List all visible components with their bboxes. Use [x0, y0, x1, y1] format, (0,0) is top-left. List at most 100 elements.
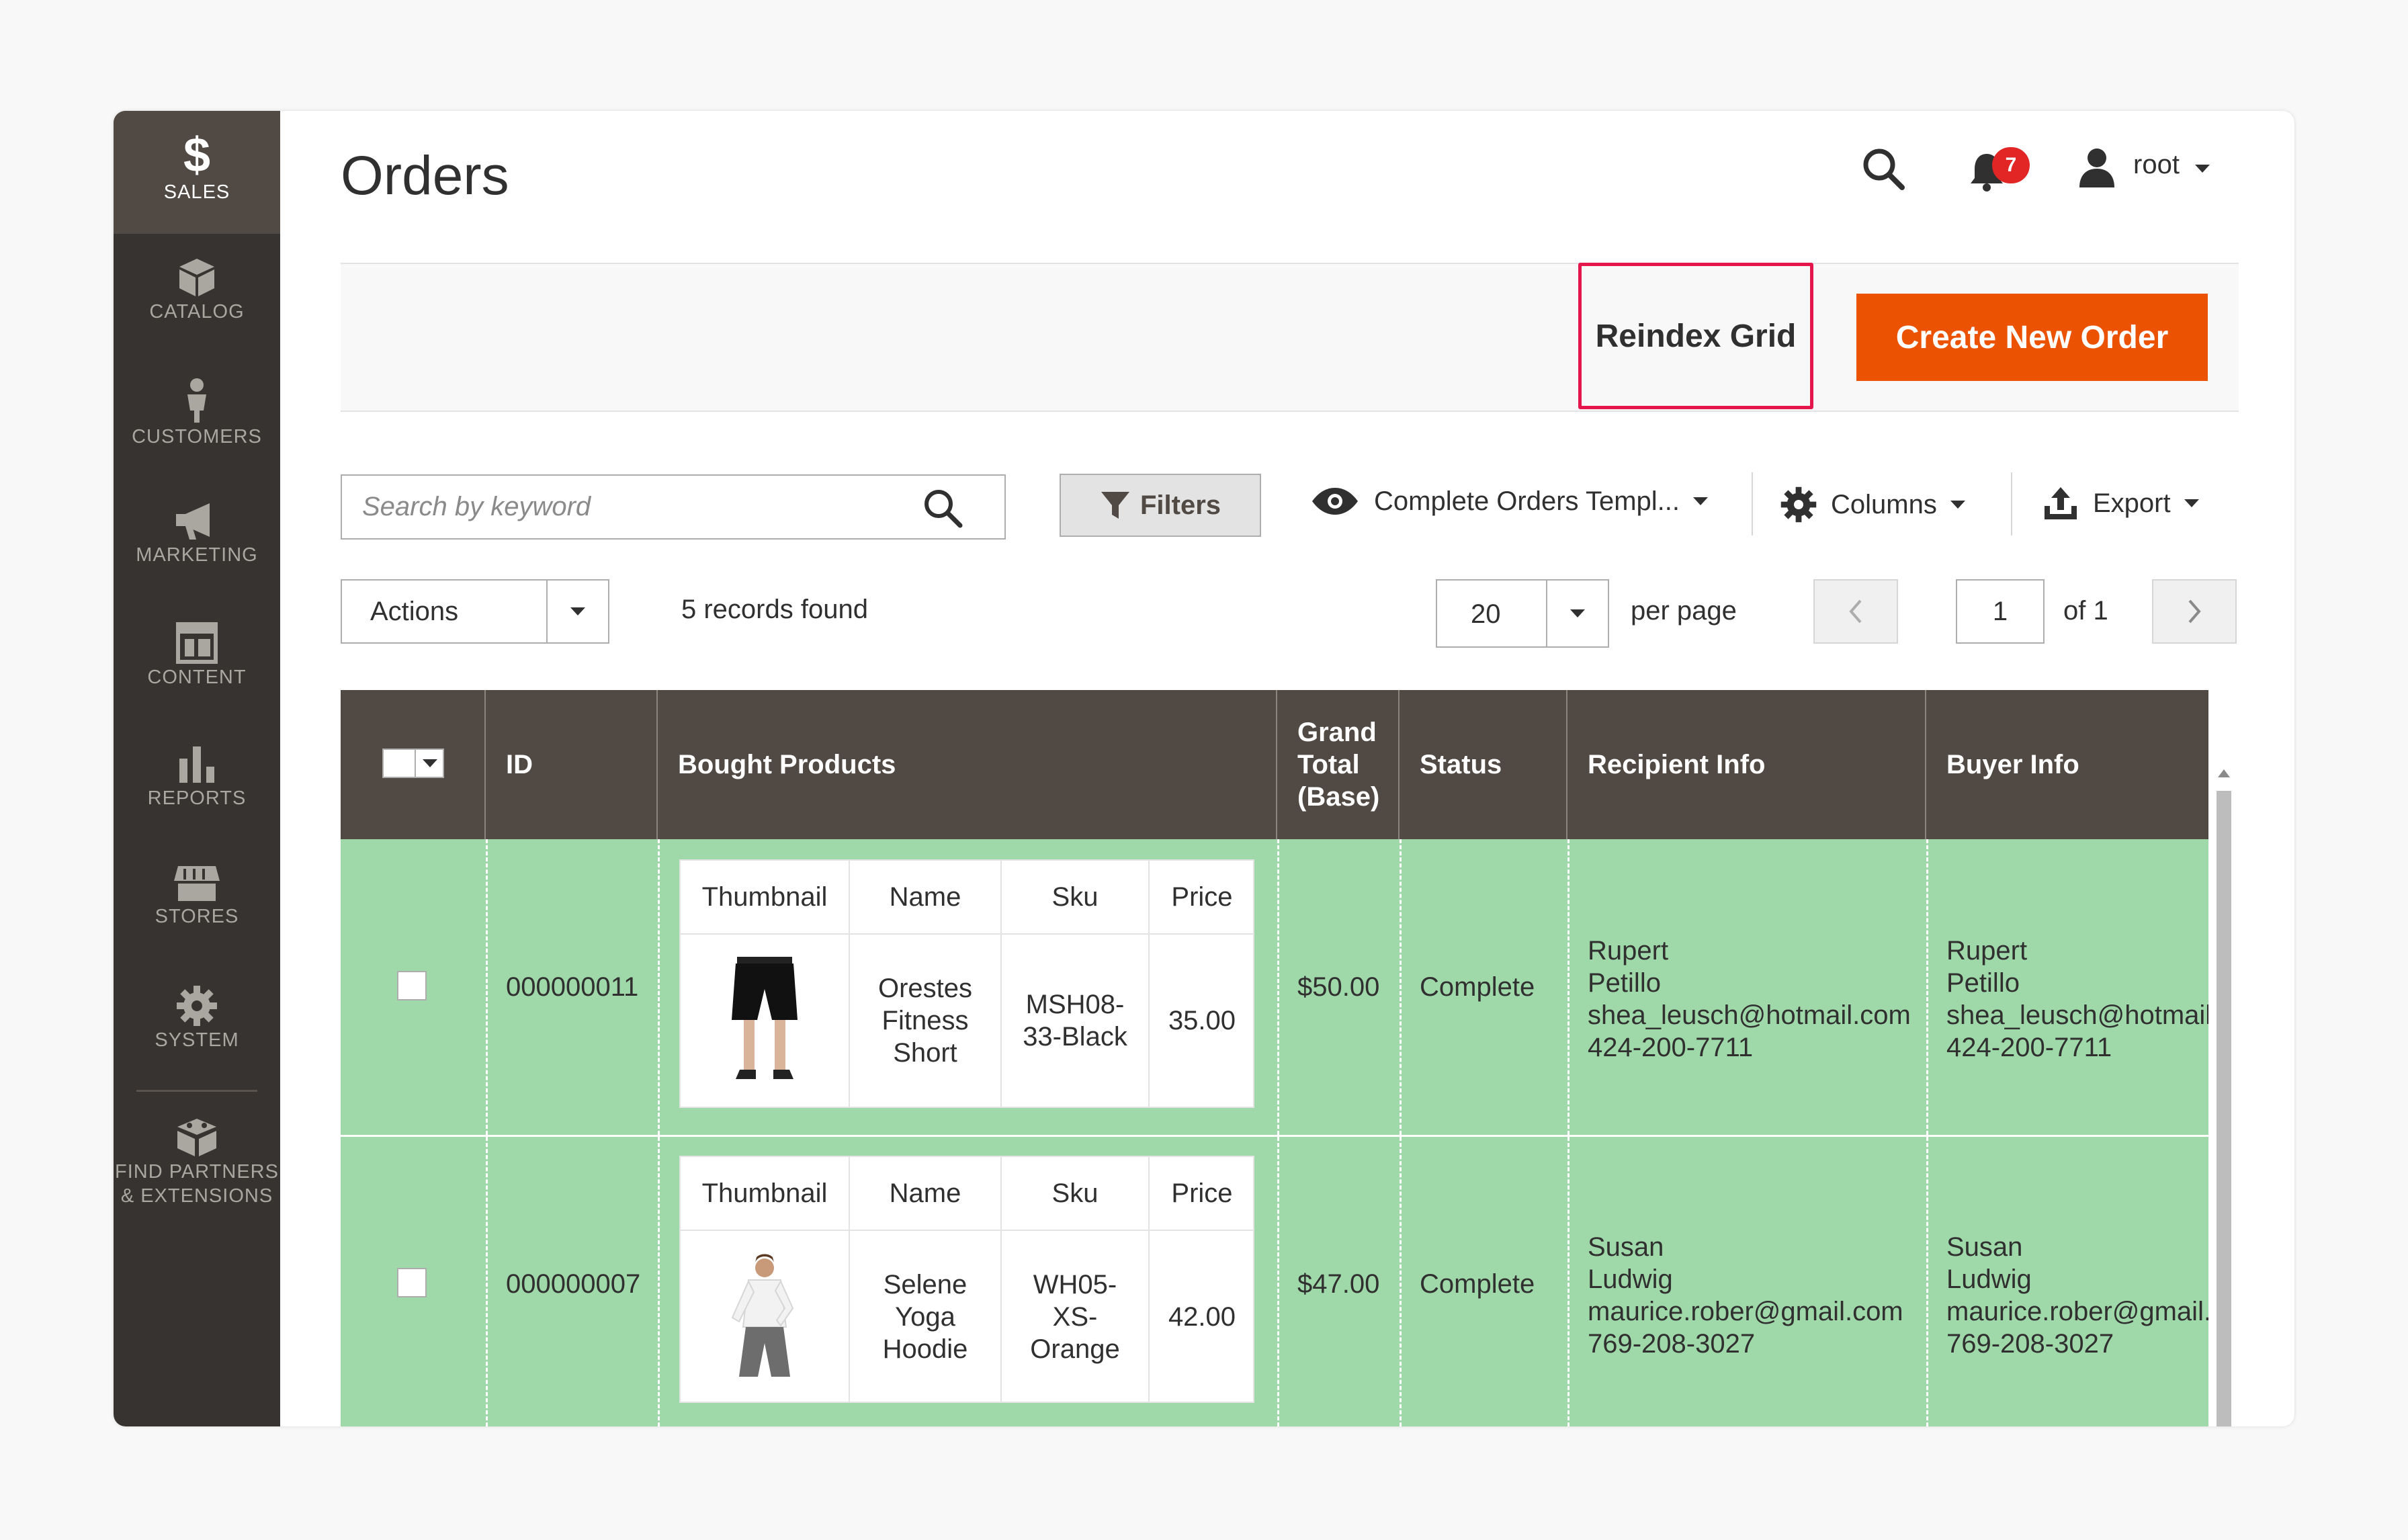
- sidebar-item-content[interactable]: CONTENT: [114, 608, 280, 722]
- row-checkbox[interactable]: [397, 1268, 427, 1297]
- row-checkbox[interactable]: [397, 971, 427, 1000]
- export-dropdown[interactable]: Export: [2042, 486, 2199, 521]
- column-divider: [1277, 839, 1279, 1426]
- search-input[interactable]: [362, 476, 900, 538]
- chevron-left-icon: [1849, 599, 1862, 624]
- upload-icon: [2045, 487, 2077, 519]
- columns-dropdown[interactable]: Columns: [1780, 486, 1965, 523]
- product-name: Orestes Fitness Short: [850, 935, 1002, 1107]
- export-label: Export: [2093, 488, 2171, 518]
- column-divider: [1400, 839, 1402, 1426]
- columns-label: Columns: [1831, 489, 1937, 519]
- column-divider: [658, 839, 660, 1426]
- column-header-id[interactable]: ID: [486, 690, 658, 839]
- page-number-input[interactable]: [1956, 579, 2045, 644]
- records-count: 5 records found: [681, 595, 868, 624]
- grand-total: $47.00: [1297, 1269, 1380, 1299]
- sidebar-item-label: STORES: [155, 906, 239, 927]
- view-selector-label: Complete Orders Templ...: [1374, 486, 1680, 516]
- table-row[interactable]: 000000011 Thumbnail Name Sku Price Orest…: [341, 839, 2208, 1135]
- recipient-info: Susan Ludwig maurice.rober@gmail.com 769…: [1588, 1232, 1903, 1359]
- sidebar-item-label: & EXTENSIONS: [120, 1185, 273, 1207]
- sidebar-item-stores[interactable]: STORES: [114, 850, 280, 964]
- next-page-button[interactable]: [2152, 579, 2237, 644]
- sidebar-divider: [136, 1090, 257, 1092]
- search-icon[interactable]: [1860, 146, 1907, 193]
- sidebar-item-customers[interactable]: CUSTOMERS: [114, 366, 280, 480]
- column-divider: [1567, 839, 1570, 1426]
- prev-page-button[interactable]: [1813, 579, 1898, 644]
- sidebar-item-find-partners[interactable]: FIND PARTNERS & EXTENSIONS: [114, 1105, 280, 1220]
- order-status: Complete: [1420, 972, 1535, 1002]
- sidebar-item-label: SALES: [163, 181, 230, 203]
- sidebar-item-label: SYSTEM: [155, 1029, 239, 1051]
- chevron-down-icon: [1950, 501, 1965, 509]
- per-page-toggle[interactable]: [1546, 579, 1609, 648]
- actions-label: Actions: [370, 597, 459, 626]
- layout-icon: [176, 622, 218, 664]
- per-page-label: per page: [1631, 596, 1737, 626]
- bar-chart-icon: [179, 746, 214, 783]
- create-new-order-button[interactable]: Create New Order: [1856, 294, 2208, 381]
- page-title: Orders: [341, 145, 509, 206]
- view-selector[interactable]: Complete Orders Templ...: [1309, 486, 1708, 517]
- sidebar-item-label: CONTENT: [147, 667, 247, 688]
- sidebar-item-catalog[interactable]: CATALOG: [114, 245, 280, 359]
- subtable-header-sku: Sku: [1002, 1157, 1150, 1230]
- sidebar-item-sales[interactable]: $ SALES: [114, 111, 280, 234]
- table-row[interactable]: 000000007 Thumbnail Name Sku Price Selen…: [341, 1137, 2208, 1426]
- actions-toggle[interactable]: [546, 579, 609, 644]
- cube-icon: [179, 259, 214, 296]
- toolbar-separator: [1752, 472, 1753, 536]
- order-status: Complete: [1420, 1269, 1535, 1299]
- per-page-select[interactable]: 20: [1436, 579, 1609, 648]
- sidebar-item-label: CATALOG: [149, 301, 245, 323]
- mass-actions-dropdown[interactable]: Actions: [341, 579, 609, 644]
- subtable-header-name: Name: [850, 1157, 1002, 1230]
- column-header-recipient-info[interactable]: Recipient Info: [1567, 690, 1926, 839]
- product-sku: MSH08- 33-Black: [1002, 935, 1150, 1107]
- user-icon[interactable]: [2075, 146, 2118, 189]
- filters-button[interactable]: Filters: [1060, 474, 1261, 537]
- product-name: Selene Yoga Hoodie: [850, 1231, 1002, 1403]
- chevron-down-icon: [570, 607, 585, 615]
- grid-scrollbar[interactable]: [2208, 764, 2238, 1426]
- product-thumbnail: [681, 935, 850, 1107]
- column-divider: [486, 839, 488, 1426]
- toolbar-separator: [2011, 472, 2012, 536]
- filters-label: Filters: [1140, 490, 1221, 520]
- sidebar-item-reports[interactable]: REPORTS: [114, 729, 280, 843]
- buyer-info: Susan Ludwig maurice.rober@gmail. 769-20…: [1946, 1232, 2208, 1359]
- column-header-grand-total[interactable]: Grand Total (Base): [1277, 690, 1400, 839]
- mass-select-checkbox[interactable]: [382, 748, 444, 778]
- sidebar-item-label: CUSTOMERS: [132, 426, 262, 447]
- eye-icon: [1312, 488, 1358, 515]
- hoodie-product-image: [731, 1254, 794, 1377]
- reindex-grid-button[interactable]: Reindex Grid: [1578, 263, 1813, 409]
- search-icon[interactable]: [921, 486, 964, 529]
- grand-total: $50.00: [1297, 972, 1380, 1002]
- scrollbar-thumb[interactable]: [2217, 791, 2231, 1426]
- page-total: of 1: [2063, 596, 2108, 626]
- column-header-buyer-info[interactable]: Buyer Info: [1926, 690, 2208, 839]
- chevron-down-icon: [1570, 609, 1585, 617]
- person-icon: [187, 378, 206, 423]
- notification-badge: 7: [1992, 147, 2030, 183]
- sidebar-item-system[interactable]: SYSTEM: [114, 971, 280, 1085]
- gear-icon: [177, 986, 217, 1026]
- grid-header: ID Bought Products Grand Total (Base) St…: [341, 690, 2208, 839]
- sidebar-item-marketing[interactable]: MARKETING: [114, 487, 280, 601]
- search-box: [341, 474, 1006, 540]
- mass-select-header: [341, 690, 486, 839]
- orders-grid: ID Bought Products Grand Total (Base) St…: [341, 690, 2208, 1426]
- scroll-up-arrow-icon[interactable]: [2218, 769, 2230, 777]
- funnel-icon: [1101, 492, 1129, 519]
- chevron-down-icon[interactable]: [2195, 165, 2210, 173]
- svg-text:$: $: [183, 130, 210, 179]
- chevron-right-icon: [2188, 599, 2201, 624]
- column-header-status[interactable]: Status: [1400, 690, 1567, 839]
- user-name[interactable]: root: [2133, 150, 2180, 180]
- dollar-icon: $: [183, 130, 210, 179]
- column-header-bought-products[interactable]: Bought Products: [658, 690, 1277, 839]
- per-page-value: 20: [1471, 599, 1501, 629]
